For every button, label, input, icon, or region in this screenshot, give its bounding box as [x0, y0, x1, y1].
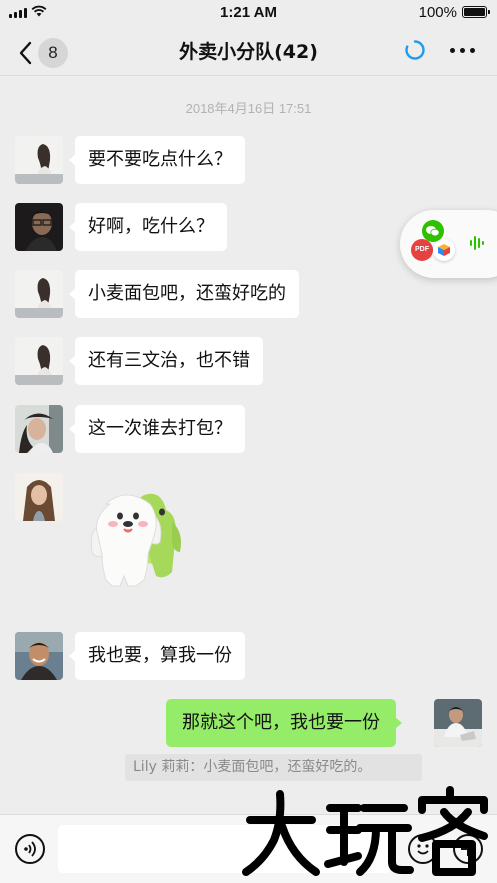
- message-bubble[interactable]: 好啊，吃什么？: [69, 203, 227, 251]
- pdf-icon[interactable]: PDF: [411, 239, 433, 261]
- voice-icon: [24, 841, 36, 857]
- battery-icon: [462, 6, 490, 18]
- two-puppies-hugging-sticker[interactable]: [84, 482, 194, 594]
- package-icon[interactable]: [433, 239, 455, 261]
- quoted-message[interactable]: Lily 莉莉：小麦面包吧，还蛮好吃的。: [125, 754, 422, 781]
- woman-longhair-avatar[interactable]: [15, 473, 63, 521]
- man-laptop-avatar[interactable]: [434, 699, 482, 747]
- message-bubble[interactable]: 小麦面包吧，还蛮好吃的: [69, 270, 299, 318]
- message-bubble[interactable]: 要不要吃点什么？: [69, 136, 245, 184]
- voice-input-button[interactable]: [15, 834, 45, 864]
- woman-profile-avatar[interactable]: [15, 136, 63, 184]
- watermark-logo: [242, 786, 488, 876]
- man-smiling-avatar[interactable]: [15, 632, 63, 680]
- message-bubble[interactable]: 这一次谁去打包？: [69, 405, 245, 453]
- man-glasses-avatar[interactable]: [15, 203, 63, 251]
- message-bubble[interactable]: 我也要，算我一份: [69, 632, 245, 680]
- woman-profile-avatar[interactable]: [15, 337, 63, 385]
- more-options-button[interactable]: [449, 39, 477, 61]
- woman-hat-avatar[interactable]: [15, 405, 63, 453]
- message-bubble[interactable]: 还有三文治，也不错: [69, 337, 263, 385]
- floating-window-panel[interactable]: PDF: [400, 210, 497, 278]
- status-bar: 1:21 AM 100%: [0, 0, 497, 26]
- woman-profile-avatar[interactable]: [15, 270, 63, 318]
- message-timestamp: 2018年4月16日 17:51: [185, 101, 312, 116]
- chat-header: 8 外卖小分队(42): [0, 26, 497, 76]
- loading-spinner-icon: [405, 40, 425, 60]
- battery-percentage: 100%: [418, 4, 457, 21]
- voice-wave-icon[interactable]: [468, 232, 488, 254]
- sent-message-bubble[interactable]: 那就这个吧，我也要一份: [166, 699, 402, 747]
